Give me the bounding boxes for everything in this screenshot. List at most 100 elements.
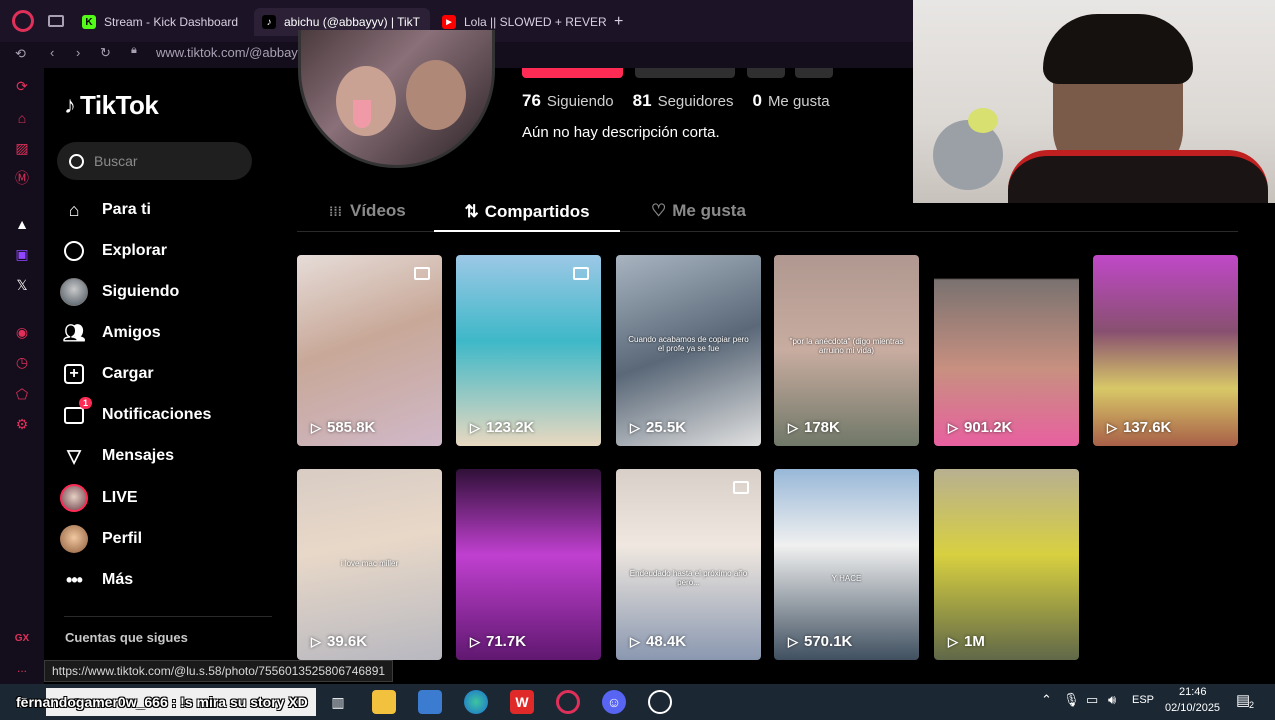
view-count-text: 39.6K [327,633,368,650]
sidebar-m-icon[interactable]: Ⓜ [12,168,32,188]
twitch-icon[interactable]: ▣ [12,244,32,264]
task-view-icon[interactable]: ▥ [326,690,350,714]
opera-gx-icon[interactable] [556,690,580,714]
extensions-icon[interactable]: ⬠ [12,384,32,404]
video-thumbnail[interactable]: Endeudado hasta el próximo año pero... ▷ 4… [616,469,761,660]
discord-icon[interactable]: ☺ [602,690,626,714]
video-thumbnail[interactable]: i love mac miller ▷ 39.6K [297,469,442,660]
sidebar-bag-icon[interactable]: ⌂ [12,108,32,128]
clock-time[interactable]: 21:46 [1179,686,1207,698]
photo-carousel-icon [414,267,430,280]
nav-upload[interactable]: + Cargar [60,356,154,392]
following-label[interactable]: Siguiendo [547,93,614,110]
message-button[interactable] [635,68,735,78]
search-box[interactable]: Buscar [57,142,252,180]
thumbnail-caption: "por la anécdota" (digo mientras arruino… [789,337,904,355]
search-input[interactable]: Buscar [94,153,138,169]
sidebar-triangle-icon[interactable]: ▲ [12,214,32,234]
tiktok-sidebar: ♪ TikTok Buscar ⌂ Para ti Explorar Siguie… [44,68,284,688]
wps-icon[interactable]: W [510,690,534,714]
video-thumbnail[interactable]: ▷ 585.8K [297,255,442,446]
video-thumbnail[interactable]: ▷ 123.2K [456,255,601,446]
language-indicator[interactable]: ESP [1132,694,1154,706]
nav-label: Más [102,571,134,588]
profile-avatar [60,525,88,553]
play-icon: ▷ [630,633,640,649]
player-icon[interactable]: ◉ [12,322,32,342]
play-icon: ▷ [470,419,480,435]
nav-profile[interactable]: Perfil [60,521,142,557]
follow-button[interactable] [522,68,623,78]
nav-messages[interactable]: ▽ Mensajes [60,438,174,474]
microphone-icon[interactable]: 🎙︎ [1063,692,1080,708]
nav-more[interactable]: ••• Más [60,562,133,598]
tab-kick[interactable]: K Stream - Kick Dashboard [76,8,246,36]
video-thumbnail[interactable]: Cuando acabamos de copiar pero el profe … [616,255,761,446]
url-field[interactable]: www.tiktok.com/@abbayyv [156,45,311,60]
opera-logo-icon[interactable] [12,10,34,32]
nav-for-you[interactable]: ⌂ Para ti [60,192,151,228]
tab-shared[interactable]: ⇅ Compartidos [434,194,620,232]
edge-icon[interactable] [464,690,488,714]
sidebar-more-icon[interactable]: ... [12,658,32,678]
tiktok-icon: ♪ [262,15,276,29]
following-count[interactable]: 76 [522,91,541,111]
profile-avatar-large[interactable] [298,30,495,168]
video-thumbnail[interactable]: ▷ 137.6K [1093,255,1238,446]
nav-live[interactable]: LIVE [60,480,138,516]
nav-label: Notificaciones [102,406,212,423]
file-explorer-icon[interactable] [372,690,396,714]
followers-label[interactable]: Seguidores [658,93,734,110]
play-icon: ▷ [1107,419,1117,435]
video-thumbnail[interactable]: ▷ 901.2K [934,255,1079,446]
store-icon[interactable] [418,690,442,714]
forward-icon[interactable]: › [76,45,80,60]
volume-icon[interactable]: 🔊︎ [1108,692,1116,708]
photo-carousel-icon [573,267,589,280]
reload-icon[interactable]: ↻ [100,45,111,61]
youtube-icon: ▶ [442,15,456,29]
tab-manager-icon[interactable] [48,15,64,27]
sidebar-refresh-icon[interactable]: ⟳ [12,76,32,96]
view-count-text: 25.5K [646,419,687,436]
view-count: ▷ 25.5K [630,419,686,436]
view-count-text: 71.7K [486,633,527,650]
tab-label: Vídeos [350,201,406,220]
options-button[interactable] [795,68,833,78]
tiktok-logo[interactable]: ♪ TikTok [64,90,159,121]
nav-following[interactable]: Siguiendo [60,274,179,310]
nav-friends[interactable]: 👥︎ Amigos [60,315,161,351]
view-count: ▷ 71.7K [470,633,526,650]
tab-videos[interactable]: ⁞⁞⁞ Vídeos [329,201,406,221]
network-icon[interactable]: ▭ [1086,692,1098,708]
x-icon[interactable]: 𝕏 [12,275,32,295]
settings-icon[interactable]: ⚙ [12,414,32,434]
nav-explore[interactable]: Explorar [60,233,167,269]
sidebar-stripes-icon[interactable]: ▨ [12,138,32,158]
kick-icon: K [82,15,96,29]
video-thumbnail[interactable]: Y HACE ▷ 570.1K [774,469,919,660]
followers-count[interactable]: 81 [633,91,652,111]
clock-date[interactable]: 02/10/2025 [1165,702,1220,714]
nav-label: Perfil [102,530,143,547]
history-icon[interactable]: ◷ [12,352,32,372]
tray-chevron-icon[interactable]: ⌃ [1041,692,1052,708]
notification-badge: 1 [78,397,92,409]
obs-icon[interactable] [648,690,672,714]
video-thumbnail[interactable]: ▷ 71.7K [456,469,601,660]
video-thumbnail[interactable]: "por la anécdota" (digo mientras arruino… [774,255,919,446]
nav-notifications[interactable]: 1 Notificaciones [60,397,211,433]
photo-carousel-icon [733,481,749,494]
profile-photo-tongue [353,100,371,128]
refresh-sidebar-icon[interactable]: ⟲ [15,46,26,62]
share-button[interactable] [747,68,785,78]
video-thumbnail[interactable]: ▷ 1M [934,469,1079,660]
nav-label: Para ti [102,201,151,218]
tab-liked[interactable]: ♡ Me gusta [651,201,746,221]
back-icon[interactable]: ‹ [50,45,54,60]
webcam-overlay [913,0,1275,203]
nav-label: Explorar [102,242,167,259]
friends-icon: 👥︎ [62,322,86,343]
new-tab-button[interactable]: + [614,8,632,36]
upload-icon: + [60,360,88,388]
